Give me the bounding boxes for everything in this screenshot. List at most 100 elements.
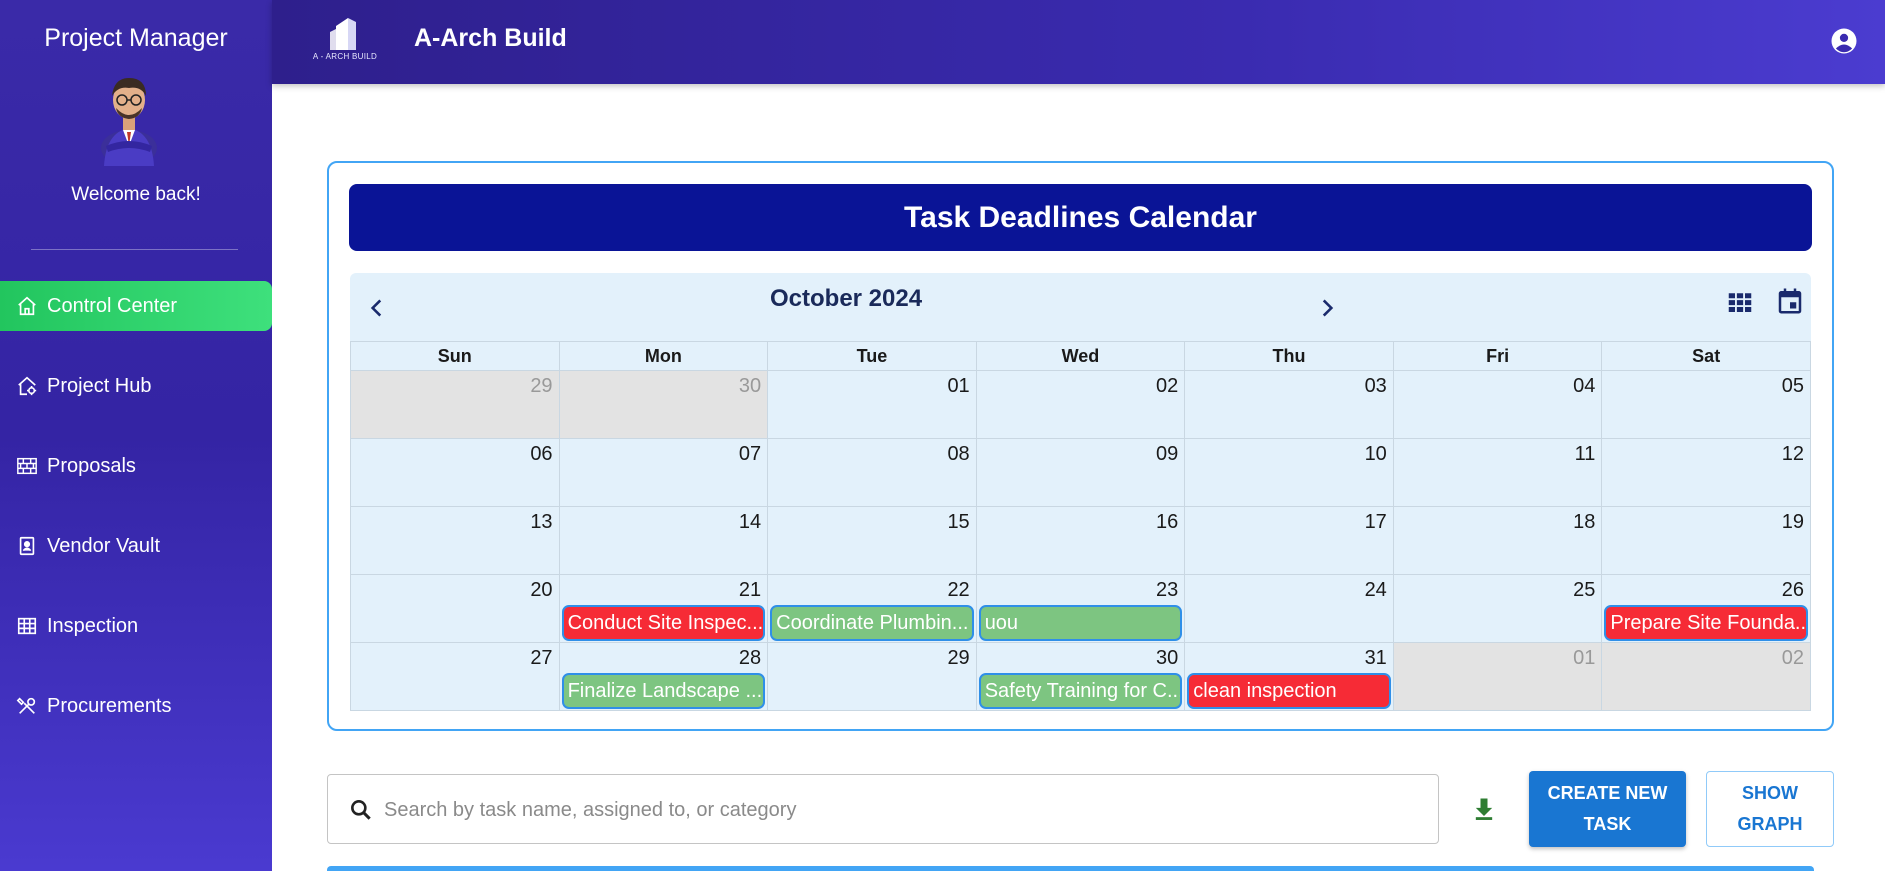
task-event[interactable]: Prepare Site Founda... (1604, 605, 1808, 641)
search-input[interactable] (384, 791, 1414, 829)
day-number: 02 (1781, 647, 1804, 669)
day-number: 26 (1781, 579, 1804, 601)
next-month-button[interactable] (1314, 295, 1340, 321)
sidebar-item-procurements[interactable]: Procurements (0, 681, 272, 731)
day-cell[interactable]: 28 Finalize Landscape ... (558, 642, 769, 711)
day-number: 19 (1781, 511, 1804, 533)
task-event[interactable]: Coordinate Plumbin... (770, 605, 974, 641)
search-icon (351, 800, 371, 820)
brick-wall-icon (15, 454, 39, 478)
day-cell[interactable]: 17 (1184, 506, 1394, 575)
top-header: A - ARCH BUILD A-Arch Build (272, 0, 1885, 84)
day-cell[interactable]: 01 (767, 370, 977, 439)
brand-logo[interactable]: A - ARCH BUILD (310, 14, 380, 66)
weekday-header: Mon (558, 341, 769, 371)
month-view-button[interactable] (1725, 287, 1755, 317)
day-cell[interactable]: 03 (1184, 370, 1394, 439)
day-cell[interactable]: 31 clean inspection (1184, 642, 1394, 711)
day-cell[interactable]: 04 (1392, 370, 1603, 439)
week-row: 27 28 Finalize Landscape ... 29 30 Safety Tra… (350, 642, 1811, 711)
day-number: 29 (530, 375, 553, 397)
day-cell[interactable]: 06 (350, 438, 560, 507)
day-cell[interactable]: 11 (1392, 438, 1603, 507)
calendar-card: Task Deadlines Calendar October 2024 Sun… (327, 161, 1834, 731)
day-number: 23 (1156, 579, 1179, 601)
day-cell[interactable]: 02 (975, 370, 1186, 439)
create-new-task-button[interactable]: CREATE NEW TASK (1529, 771, 1686, 847)
day-cell[interactable]: 18 (1392, 506, 1603, 575)
table-header-strip (327, 866, 1814, 871)
sidebar-item-proposals[interactable]: Proposals (0, 441, 272, 491)
day-cell[interactable]: 05 (1601, 370, 1811, 439)
day-number: 18 (1573, 511, 1596, 533)
sidebar-title: Project Manager (44, 24, 228, 52)
day-cell[interactable]: 21 Conduct Site Inspec... (558, 574, 769, 643)
prev-month-button[interactable] (364, 295, 390, 321)
day-cell[interactable]: 14 (558, 506, 769, 575)
task-event[interactable]: Finalize Landscape ... (561, 673, 766, 709)
day-cell[interactable]: 19 (1601, 506, 1811, 575)
day-cell[interactable]: 27 (350, 642, 560, 711)
day-cell[interactable]: 15 (767, 506, 977, 575)
day-number: 24 (1364, 579, 1387, 601)
brand-name: A-Arch Build (414, 24, 567, 52)
show-graph-button[interactable]: SHOW GRAPH (1706, 771, 1834, 847)
day-cell[interactable]: 23 uou (975, 574, 1186, 643)
week-row: 06 07 08 09 10 11 12 (350, 438, 1811, 507)
logo-text: A - ARCH BUILD (312, 52, 378, 61)
day-number: 30 (1156, 647, 1179, 669)
task-event[interactable]: Safety Training for C... (978, 673, 1183, 709)
sidebar-item-project-hub[interactable]: Project Hub (0, 361, 272, 411)
sidebar-divider (31, 249, 238, 250)
day-cell[interactable]: 30 (558, 370, 769, 439)
table-grid-icon (15, 614, 39, 638)
day-cell[interactable]: 29 (767, 642, 977, 711)
avatar (96, 66, 162, 166)
account-circle-icon[interactable] (1829, 26, 1859, 56)
day-cell[interactable]: 09 (975, 438, 1186, 507)
day-cell[interactable]: 20 (350, 574, 560, 643)
task-event[interactable]: uou (978, 605, 1183, 641)
day-cell[interactable]: 08 (767, 438, 977, 507)
day-cell[interactable]: 13 (350, 506, 560, 575)
day-number: 22 (947, 579, 970, 601)
weekday-header: Fri (1392, 341, 1603, 371)
day-view-button[interactable] (1775, 285, 1805, 317)
weekday-header: Tue (767, 341, 977, 371)
home-icon (15, 294, 39, 318)
day-cell[interactable]: 16 (975, 506, 1186, 575)
house-gear-icon (15, 374, 39, 398)
day-number: 04 (1573, 375, 1596, 397)
day-cell[interactable]: 25 (1392, 574, 1603, 643)
day-number: 07 (738, 443, 762, 465)
download-button[interactable] (1470, 794, 1498, 824)
day-cell[interactable]: 24 (1184, 574, 1394, 643)
day-number: 02 (1156, 375, 1179, 397)
day-cell[interactable]: 30 Safety Training for C... (975, 642, 1186, 711)
day-cell[interactable]: 22 Coordinate Plumbin... (767, 574, 977, 643)
weekday-header: Wed (975, 341, 1186, 371)
task-event[interactable]: clean inspection (1187, 673, 1391, 709)
sidebar-item-label: Proposals (47, 454, 136, 477)
day-cell[interactable]: 01 (1392, 642, 1603, 711)
day-cell[interactable]: 29 (350, 370, 560, 439)
sidebar-item-label: Procurements (47, 694, 172, 717)
sidebar-item-label: Project Hub (47, 374, 152, 397)
sidebar-item-inspection[interactable]: Inspection (0, 601, 272, 651)
day-cell[interactable]: 02 (1601, 642, 1811, 711)
sidebar-item-vendor-vault[interactable]: Vendor Vault (0, 521, 272, 571)
chevron-right-icon (1322, 299, 1334, 317)
sidebar-item-control-center[interactable]: Control Center (0, 281, 272, 331)
day-cell[interactable]: 26 Prepare Site Founda... (1601, 574, 1811, 643)
sidebar: Project Manager Welcome back! Control Ce… (0, 0, 272, 871)
day-number: 16 (1156, 511, 1179, 533)
task-event[interactable]: Conduct Site Inspec... (561, 605, 766, 641)
day-cell[interactable]: 07 (558, 438, 769, 507)
day-cell[interactable]: 12 (1601, 438, 1811, 507)
sidebar-item-label: Vendor Vault (47, 534, 161, 557)
day-number: 14 (738, 511, 762, 533)
day-number: 29 (947, 647, 970, 669)
day-number: 20 (530, 579, 553, 601)
day-cell[interactable]: 10 (1184, 438, 1394, 507)
weekday-header-row: Sun Mon Tue Wed Thu Fri Sat (350, 341, 1811, 371)
